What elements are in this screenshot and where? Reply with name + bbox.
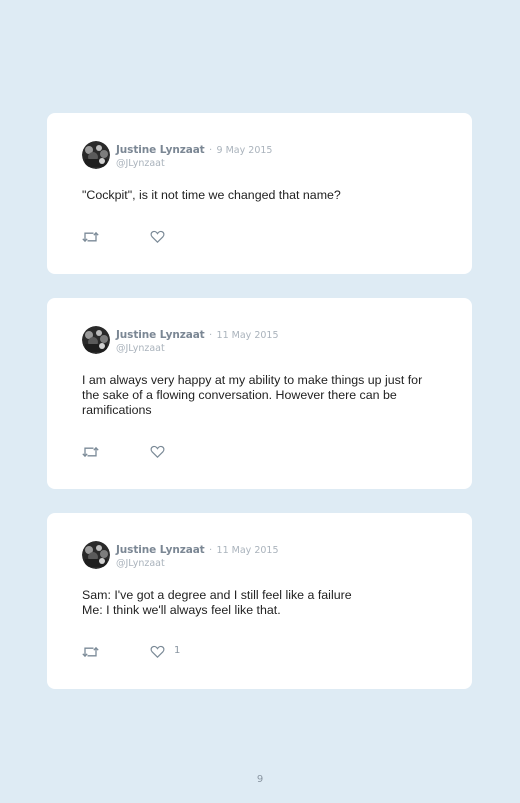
profile-photo-icon — [82, 541, 110, 569]
retweet-icon[interactable] — [82, 645, 99, 659]
author-name[interactable]: Justine Lynzaat — [116, 329, 205, 341]
tweet-date[interactable]: 11 May 2015 — [217, 330, 279, 341]
author-name[interactable]: Justine Lynzaat — [116, 544, 205, 556]
avatar[interactable] — [82, 541, 110, 569]
tweet-date[interactable]: 11 May 2015 — [217, 545, 279, 556]
tweet-text: I am always very happy at my ability to … — [82, 373, 423, 417]
tweet-text: "Cockpit", is it not time we changed tha… — [82, 188, 341, 202]
profile-photo-icon — [82, 326, 110, 354]
author-name[interactable]: Justine Lynzaat — [116, 144, 205, 156]
tweet-text: Sam: I've got a degree and I still feel … — [82, 588, 352, 617]
heart-icon[interactable] — [150, 645, 165, 659]
author-handle[interactable]: @JLynzaat — [116, 557, 279, 570]
separator-dot: · — [209, 145, 213, 156]
author-handle[interactable]: @JLynzaat — [116, 342, 279, 355]
tweet-card: Justine Lynzaat · 9 May 2015 @JLynzaat "… — [47, 113, 472, 274]
tweet-date[interactable]: 9 May 2015 — [217, 145, 273, 156]
avatar[interactable] — [82, 141, 110, 169]
retweet-icon[interactable] — [82, 445, 99, 459]
like-count: 1 — [174, 645, 181, 656]
heart-icon[interactable] — [150, 230, 165, 244]
retweet-icon[interactable] — [82, 230, 99, 244]
avatar[interactable] — [82, 326, 110, 354]
author-handle[interactable]: @JLynzaat — [116, 157, 272, 170]
separator-dot: · — [209, 330, 213, 341]
tweet-card: Justine Lynzaat · 11 May 2015 @JLynzaat … — [47, 513, 472, 689]
page-number: 9 — [256, 774, 264, 785]
profile-photo-icon — [82, 141, 110, 169]
tweet-card: Justine Lynzaat · 11 May 2015 @JLynzaat … — [47, 298, 472, 489]
heart-icon[interactable] — [150, 445, 165, 459]
separator-dot: · — [209, 545, 213, 556]
